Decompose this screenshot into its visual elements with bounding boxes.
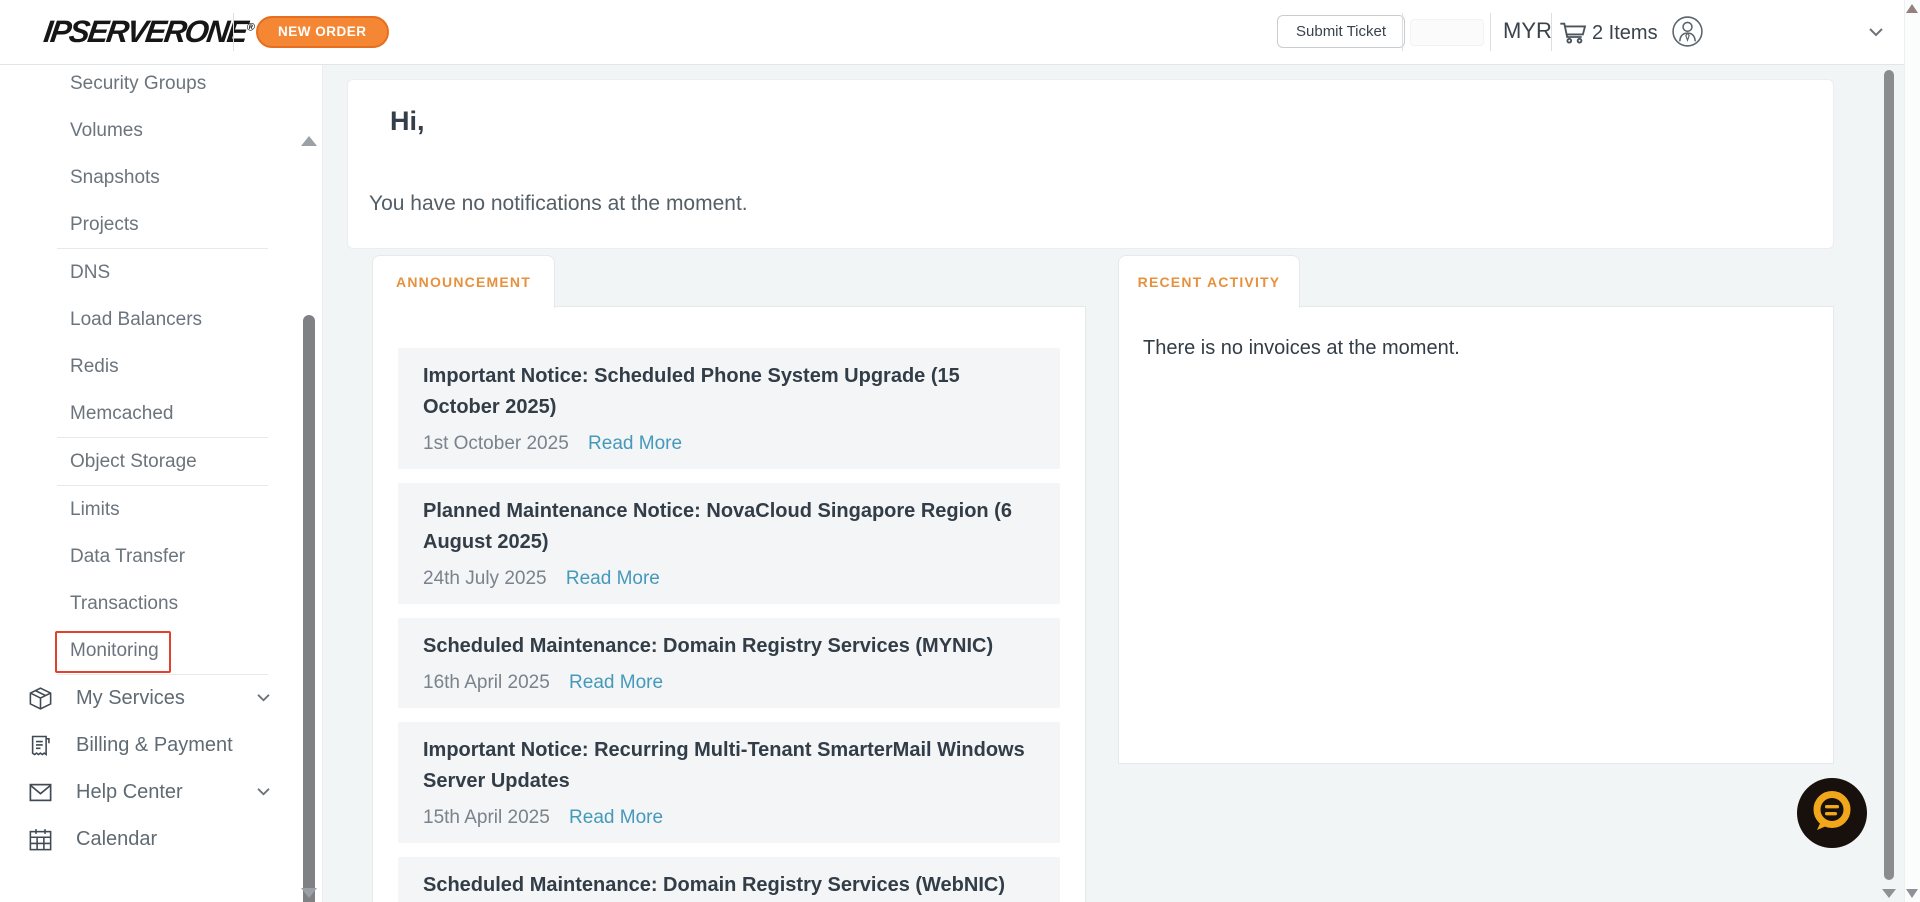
submit-ticket-button[interactable]: Submit Ticket bbox=[1277, 15, 1405, 48]
announcement-date: 16th April 2025 bbox=[423, 672, 550, 693]
sidebar-item-dns[interactable]: DNS bbox=[0, 249, 322, 296]
read-more-link[interactable]: Read More bbox=[569, 807, 663, 828]
envelope-icon bbox=[27, 779, 54, 806]
announcement-item: Scheduled Maintenance: Domain Registry S… bbox=[398, 618, 1060, 708]
notifications-message: You have no notifications at the moment. bbox=[369, 192, 748, 216]
chevron-down-icon bbox=[256, 693, 271, 703]
announcement-item: Important Notice: Recurring Multi-Tenant… bbox=[398, 722, 1060, 843]
tab-recent-activity[interactable]: RECENT ACTIVITY bbox=[1118, 255, 1300, 308]
user-profile-button[interactable] bbox=[1671, 15, 1704, 48]
sidebar-item-object-storage[interactable]: Object Storage bbox=[0, 438, 322, 485]
sidebar-nav: Security GroupsVolumesSnapshotsProjectsD… bbox=[0, 60, 322, 675]
header-divider bbox=[1551, 13, 1552, 51]
content-scrollbar-thumb[interactable] bbox=[1884, 70, 1894, 880]
sidebar-item-limits[interactable]: Limits bbox=[0, 486, 322, 533]
read-more-link[interactable]: Read More bbox=[566, 568, 660, 589]
registered-mark: ® bbox=[246, 22, 256, 34]
new-order-button[interactable]: NEW ORDER bbox=[256, 16, 389, 48]
sidebar-item-security-groups[interactable]: Security Groups bbox=[0, 60, 322, 107]
content-scroll-down-arrow[interactable] bbox=[1882, 889, 1896, 898]
package-icon bbox=[27, 685, 54, 712]
user-profile-icon bbox=[1671, 35, 1704, 52]
sidebar-item-monitoring[interactable]: Monitoring bbox=[0, 627, 322, 674]
window-scroll-up-arrow[interactable] bbox=[1906, 4, 1918, 13]
calendar-icon bbox=[27, 826, 54, 853]
header-divider bbox=[1402, 13, 1403, 51]
chevron-down-icon[interactable] bbox=[1868, 25, 1884, 43]
chat-bubble-icon bbox=[1805, 784, 1859, 843]
sidebar-item-redis[interactable]: Redis bbox=[0, 343, 322, 390]
shopping-cart-icon bbox=[1557, 15, 1589, 52]
welcome-card: Hi, You have no notifications at the mom… bbox=[347, 79, 1834, 249]
header-divider bbox=[1490, 13, 1491, 51]
announcement-date: 15th April 2025 bbox=[423, 807, 550, 828]
currency-selector[interactable]: MYR bbox=[1503, 18, 1552, 44]
announcement-item: Important Notice: Scheduled Phone System… bbox=[398, 348, 1060, 469]
announcement-title: Important Notice: Recurring Multi-Tenant… bbox=[423, 735, 1035, 797]
header-divider bbox=[233, 13, 234, 51]
sidebar-item-memcached[interactable]: Memcached bbox=[0, 390, 322, 437]
sidebar-bottom-nav: My Services Billing & Payment Help Cente… bbox=[0, 675, 322, 863]
tab-announcement[interactable]: ANNOUNCEMENT bbox=[372, 255, 555, 308]
read-more-link[interactable]: Read More bbox=[588, 433, 682, 454]
live-chat-button[interactable] bbox=[1797, 778, 1867, 848]
announcement-date: 1st October 2025 bbox=[423, 433, 569, 454]
chevron-down-icon bbox=[256, 787, 271, 797]
sidebar-scroll-up-arrow[interactable] bbox=[301, 136, 317, 146]
sidebar-item-data-transfer[interactable]: Data Transfer bbox=[0, 533, 322, 580]
cart-button[interactable]: 2 Items bbox=[1557, 15, 1658, 52]
invoice-icon bbox=[27, 732, 54, 759]
ipserverone-logo[interactable]: IPSERVERONE® bbox=[41, 14, 256, 50]
announcement-title: Planned Maintenance Notice: NovaCloud Si… bbox=[423, 496, 1035, 558]
no-invoices-message: There is no invoices at the moment. bbox=[1143, 337, 1460, 360]
announcement-list: Important Notice: Scheduled Phone System… bbox=[373, 307, 1085, 902]
announcement-panel: Important Notice: Scheduled Phone System… bbox=[372, 306, 1086, 902]
cart-items-count: 2 Items bbox=[1592, 22, 1658, 45]
sidebar-item-calendar[interactable]: Calendar bbox=[0, 816, 322, 863]
announcement-title: Scheduled Maintenance: Domain Registry S… bbox=[423, 631, 1035, 662]
greeting-heading: Hi, bbox=[390, 106, 425, 137]
sidebar-item-my-services[interactable]: My Services bbox=[0, 675, 322, 722]
sidebar-item-volumes[interactable]: Volumes bbox=[0, 107, 322, 154]
sidebar-item-projects[interactable]: Projects bbox=[0, 201, 322, 248]
announcement-title: Important Notice: Scheduled Phone System… bbox=[423, 361, 1035, 423]
main-content: Hi, You have no notifications at the mom… bbox=[322, 64, 1920, 902]
window-scroll-down-arrow[interactable] bbox=[1906, 889, 1918, 898]
sidebar-scroll-down-arrow[interactable] bbox=[301, 888, 317, 898]
sidebar-item-transactions[interactable]: Transactions bbox=[0, 580, 322, 627]
sidebar: Security GroupsVolumesSnapshotsProjectsD… bbox=[0, 64, 323, 902]
read-more-link[interactable]: Read More bbox=[569, 672, 663, 693]
redacted-account-area bbox=[1410, 19, 1484, 46]
dashboard-screen: IPSERVERONE® NEW ORDER Submit Ticket MYR… bbox=[0, 0, 1920, 902]
announcement-title: Scheduled Maintenance: Domain Registry S… bbox=[423, 870, 1035, 901]
sidebar-item-snapshots[interactable]: Snapshots bbox=[0, 154, 322, 201]
top-navbar: IPSERVERONE® NEW ORDER Submit Ticket MYR… bbox=[0, 0, 1920, 65]
announcement-item: Scheduled Maintenance: Domain Registry S… bbox=[398, 857, 1060, 902]
sidebar-item-load-balancers[interactable]: Load Balancers bbox=[0, 296, 322, 343]
announcement-date: 24th July 2025 bbox=[423, 568, 547, 589]
sidebar-item-billing-payment[interactable]: Billing & Payment bbox=[0, 722, 322, 769]
sidebar-item-help-center[interactable]: Help Center bbox=[0, 769, 322, 816]
recent-activity-panel: There is no invoices at the moment. bbox=[1118, 306, 1834, 764]
window-scrollbar-track[interactable] bbox=[1904, 0, 1920, 902]
sidebar-scrollbar-thumb[interactable] bbox=[303, 315, 315, 902]
announcement-item: Planned Maintenance Notice: NovaCloud Si… bbox=[398, 483, 1060, 604]
